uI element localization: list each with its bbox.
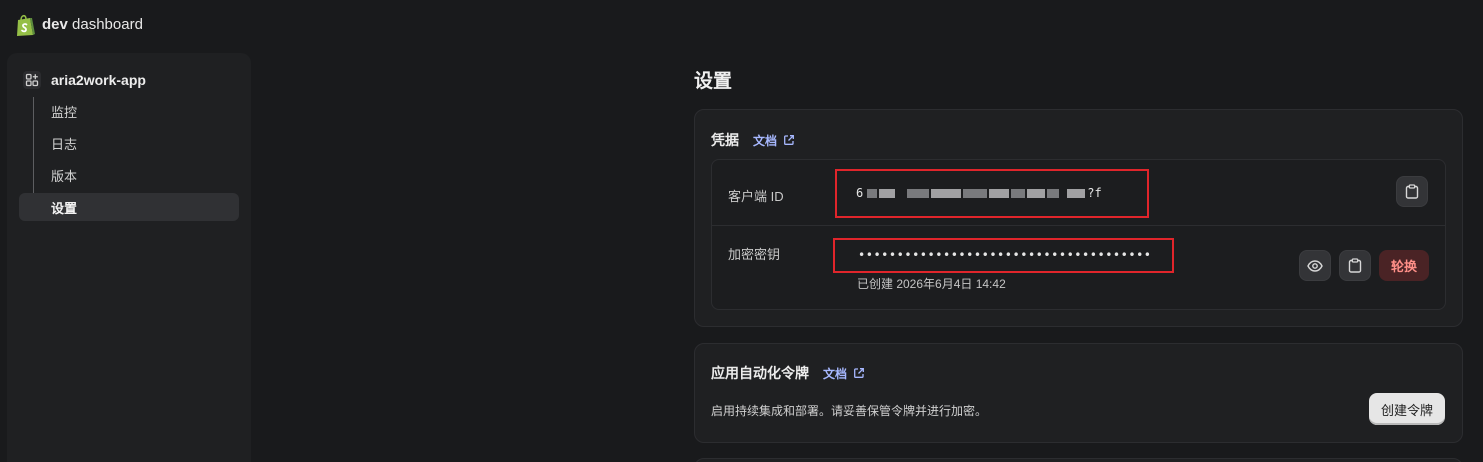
client-id-value[interactable]: 6 ?f	[856, 186, 1102, 200]
secret-created-date: 已创建 2026年6月4日 14:42	[857, 277, 1006, 291]
automation-description: 启用持续集成和部署。请妥善保管令牌并进行加密。	[711, 404, 988, 418]
client-id-label: 客户端 ID	[728, 189, 784, 204]
copy-client-id-button[interactable]	[1396, 176, 1428, 207]
app-grid-icon	[23, 71, 41, 89]
copy-secret-button[interactable]	[1339, 250, 1371, 281]
brand-title[interactable]: dev dashboard	[42, 16, 143, 33]
secret-key-label: 加密密钥	[728, 247, 781, 262]
external-link-icon	[784, 135, 794, 145]
secret-key-value[interactable]: ••••••••••••••••••••••••••••••••••••••	[858, 248, 1152, 262]
obscured-pixels	[1047, 188, 1060, 198]
obscured-pixels	[867, 188, 878, 198]
external-link-icon	[854, 368, 864, 378]
automation-docs-link[interactable]: 文档	[823, 365, 865, 382]
sidebar-app-name: aria2work-app	[51, 72, 146, 88]
sidebar-app-header[interactable]: aria2work-app	[23, 70, 146, 90]
rotate-secret-button[interactable]: 轮换	[1379, 250, 1429, 281]
obscured-pixels	[963, 188, 988, 198]
shopify-bag-icon[interactable]	[14, 13, 36, 37]
credentials-card: 凭据 文档 客户端 ID 6 ?f 加密密钥 •••••••••••••••••…	[694, 109, 1463, 327]
automation-header: 应用自动化令牌 文档	[711, 363, 865, 383]
client-id-start: 6	[856, 186, 864, 200]
create-token-button[interactable]: 创建令牌	[1369, 393, 1445, 425]
obscured-pixels	[931, 188, 962, 198]
sidebar-item-logs[interactable]: 日志	[19, 129, 239, 157]
obscured-pixels	[879, 188, 896, 198]
sidebar-item-label: 版本	[51, 168, 78, 184]
obscured-pixels	[1027, 188, 1046, 198]
next-card	[694, 458, 1463, 462]
automation-token-card: 应用自动化令牌 文档 启用持续集成和部署。请妥善保管令牌并进行加密。 创建令牌	[694, 343, 1463, 443]
obscured-pixels	[1011, 188, 1026, 198]
page-title: 设置	[694, 71, 733, 92]
reveal-secret-button[interactable]	[1299, 250, 1331, 281]
sidebar-item-label: 日志	[51, 136, 78, 152]
sidebar-item-label: 设置	[51, 200, 78, 216]
client-id-end: ?f	[1087, 186, 1102, 200]
brand-bold: dev	[42, 16, 68, 33]
brand-rest: dashboard	[67, 16, 143, 33]
sidebar: aria2work-app 监控 日志 版本 设置	[7, 53, 251, 462]
credentials-docs-link[interactable]: 文档	[753, 132, 795, 149]
top-bar: dev dashboard	[0, 0, 1483, 50]
sidebar-item-label: 监控	[51, 104, 78, 120]
credentials-title: 凭据	[711, 132, 739, 148]
obscured-pixels	[989, 188, 1010, 198]
sidebar-item-settings[interactable]: 设置	[19, 193, 239, 221]
docs-link-label: 文档	[753, 133, 778, 148]
clipboard-icon	[1405, 184, 1419, 199]
credentials-fields: 客户端 ID 6 ?f 加密密钥 •••••••••••••••••••••••…	[711, 159, 1446, 310]
obscured-pixels	[907, 188, 930, 198]
obscured-pixels	[1067, 188, 1086, 198]
automation-title: 应用自动化令牌	[711, 365, 809, 381]
sidebar-item-monitoring[interactable]: 监控	[19, 97, 239, 125]
eye-icon	[1307, 259, 1323, 272]
credentials-header: 凭据 文档	[711, 130, 795, 150]
fields-divider	[712, 225, 1445, 226]
docs-link-label: 文档	[823, 366, 848, 381]
sidebar-item-versions[interactable]: 版本	[19, 161, 239, 189]
clipboard-icon	[1348, 258, 1362, 273]
